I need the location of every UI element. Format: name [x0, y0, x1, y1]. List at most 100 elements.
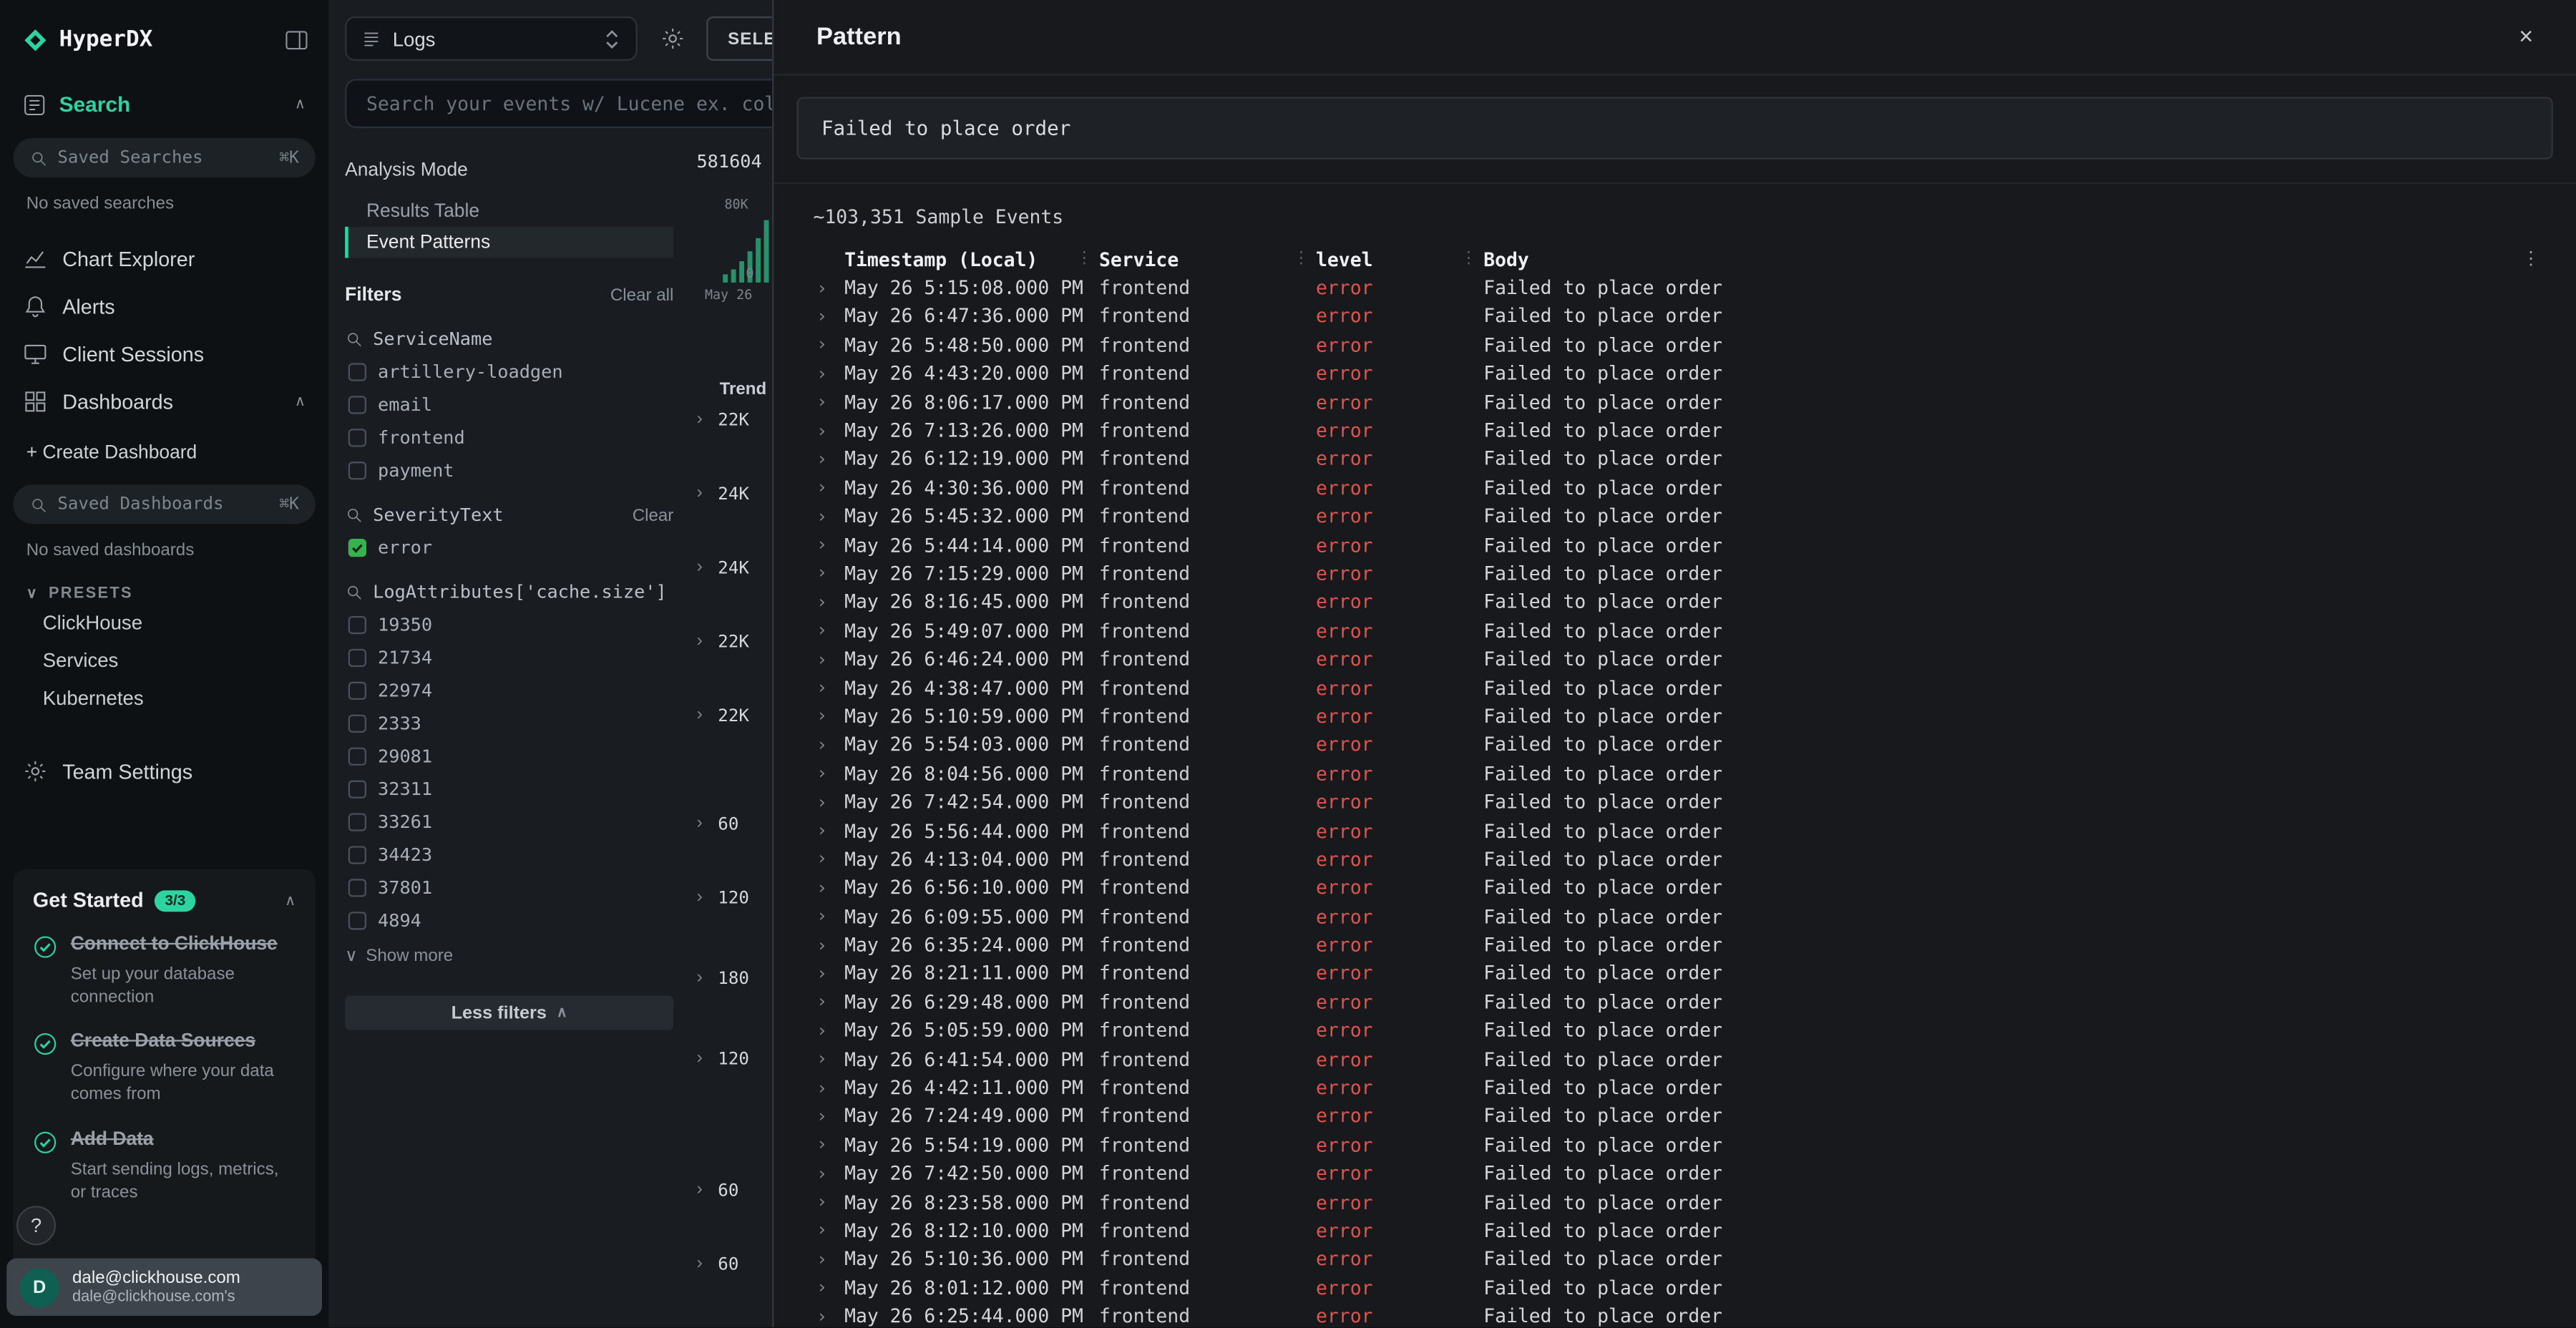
checkbox-unchecked[interactable]: [348, 616, 366, 634]
show-more-link[interactable]: ∨Show more: [345, 946, 673, 966]
row-expand-icon[interactable]: ›: [813, 334, 844, 356]
row-expand-icon[interactable]: ›: [813, 849, 844, 870]
row-expand-icon[interactable]: ›: [813, 620, 844, 641]
checkbox-unchecked[interactable]: [348, 363, 366, 381]
tab-results-table[interactable]: Results Table: [345, 195, 673, 227]
table-row[interactable]: ›May 26 8:21:11.000 PMfrontenderrorFaile…: [813, 959, 2552, 987]
table-row[interactable]: ›May 26 5:05:59.000 PMfrontenderrorFaile…: [813, 1016, 2552, 1045]
table-row[interactable]: ›May 26 6:47:36.000 PMfrontenderrorFaile…: [813, 302, 2552, 331]
sidebar-item-client-sessions[interactable]: Client Sessions: [0, 330, 328, 378]
row-expand-icon[interactable]: ›: [813, 420, 844, 441]
filter-checkbox-row[interactable]: 22974: [345, 680, 673, 702]
table-row[interactable]: ›May 26 5:48:50.000 PMfrontenderrorFaile…: [813, 331, 2552, 359]
table-row[interactable]: ›May 26 4:42:11.000 PMfrontenderrorFaile…: [813, 1073, 2552, 1102]
table-row[interactable]: ›May 26 6:29:48.000 PMfrontenderrorFaile…: [813, 987, 2552, 1016]
column-header-timestamp[interactable]: Timestamp (Local): [844, 248, 1099, 270]
filter-clear-link[interactable]: Clear: [633, 505, 674, 525]
search-settings-button[interactable]: [650, 17, 693, 60]
checkbox-checked[interactable]: [348, 539, 366, 557]
checkbox-unchecked[interactable]: [348, 649, 366, 667]
filter-checkbox-row[interactable]: artillery-loadgen: [345, 361, 673, 383]
filter-checkbox-row[interactable]: 37801: [345, 877, 673, 899]
table-row[interactable]: ›May 26 6:09:55.000 PMfrontenderrorFaile…: [813, 902, 2552, 930]
table-row[interactable]: ›May 26 4:30:36.000 PMfrontenderrorFaile…: [813, 474, 2552, 502]
row-expand-icon[interactable]: ›: [813, 934, 844, 955]
checkbox-unchecked[interactable]: [348, 813, 366, 831]
table-row[interactable]: ›May 26 5:56:44.000 PMfrontenderrorFaile…: [813, 816, 2552, 845]
row-expand-icon[interactable]: ›: [813, 363, 844, 384]
row-expand-icon[interactable]: ›: [813, 477, 844, 499]
column-header-service[interactable]: Service: [1099, 248, 1316, 270]
filter-checkbox-row[interactable]: 21734: [345, 648, 673, 669]
filter-checkbox-row[interactable]: error: [345, 537, 673, 559]
table-row[interactable]: ›May 26 8:12:10.000 PMfrontenderrorFaile…: [813, 1216, 2552, 1245]
row-expand-icon[interactable]: ›: [813, 1276, 844, 1298]
filter-checkbox-row[interactable]: 29081: [345, 746, 673, 767]
table-row[interactable]: ›May 26 6:12:19.000 PMfrontenderrorFaile…: [813, 445, 2552, 474]
checkbox-unchecked[interactable]: [348, 396, 366, 414]
row-expand-icon[interactable]: ›: [813, 1191, 844, 1213]
filter-checkbox-row[interactable]: 19350: [345, 615, 673, 636]
checkbox-unchecked[interactable]: [348, 429, 366, 446]
tab-event-patterns[interactable]: Event Patterns: [345, 227, 673, 258]
table-row[interactable]: ›May 26 7:15:29.000 PMfrontenderrorFaile…: [813, 559, 2552, 587]
filter-checkbox-row[interactable]: 4894: [345, 910, 673, 932]
checkbox-unchecked[interactable]: [348, 748, 366, 766]
row-expand-icon[interactable]: ›: [813, 1048, 844, 1070]
row-expand-icon[interactable]: ›: [813, 1077, 844, 1098]
table-row[interactable]: ›May 26 8:16:45.000 PMfrontenderrorFaile…: [813, 587, 2552, 616]
sidebar-item-dashboards[interactable]: Dashboards∧: [0, 378, 328, 426]
table-row[interactable]: ›May 26 7:13:26.000 PMfrontenderrorFaile…: [813, 416, 2552, 445]
help-button[interactable]: ?: [16, 1206, 56, 1245]
row-expand-icon[interactable]: ›: [813, 1020, 844, 1041]
table-row[interactable]: ›May 26 5:54:03.000 PMfrontenderrorFaile…: [813, 731, 2552, 759]
filter-checkbox-row[interactable]: 32311: [345, 778, 673, 800]
table-row[interactable]: ›May 26 5:15:08.000 PMfrontenderrorFaile…: [813, 273, 2552, 302]
row-expand-icon[interactable]: ›: [813, 905, 844, 927]
table-row[interactable]: ›May 26 6:46:24.000 PMfrontenderrorFaile…: [813, 645, 2552, 673]
checkbox-unchecked[interactable]: [348, 879, 366, 897]
table-row[interactable]: ›May 26 5:44:14.000 PMfrontenderrorFaile…: [813, 530, 2552, 559]
checkbox-unchecked[interactable]: [348, 462, 366, 479]
row-expand-icon[interactable]: ›: [813, 306, 844, 327]
checkbox-unchecked[interactable]: [348, 715, 366, 733]
row-expand-icon[interactable]: ›: [813, 734, 844, 756]
column-header-level[interactable]: level: [1316, 248, 1483, 270]
row-expand-icon[interactable]: ›: [813, 1305, 844, 1327]
row-expand-icon[interactable]: ›: [813, 449, 844, 470]
table-row[interactable]: ›May 26 8:23:58.000 PMfrontenderrorFaile…: [813, 1188, 2552, 1216]
sidebar-item-team-settings[interactable]: Team Settings: [23, 759, 328, 783]
get-started-item-title[interactable]: Create Data Sources: [71, 1030, 296, 1055]
row-expand-icon[interactable]: ›: [813, 962, 844, 984]
filter-checkbox-row[interactable]: 33261: [345, 811, 673, 833]
sidebar-item-chart-explorer[interactable]: Chart Explorer: [0, 235, 328, 283]
row-expand-icon[interactable]: ›: [813, 1249, 844, 1270]
table-row[interactable]: ›May 26 7:24:49.000 PMfrontenderrorFaile…: [813, 1102, 2552, 1131]
row-expand-icon[interactable]: ›: [813, 991, 844, 1012]
create-dashboard-button[interactable]: + Create Dashboard: [26, 444, 328, 464]
row-expand-icon[interactable]: ›: [813, 1105, 844, 1127]
sidebar-preset-clickhouse[interactable]: ClickHouse: [0, 603, 328, 641]
row-expand-icon[interactable]: ›: [813, 534, 844, 555]
checkbox-unchecked[interactable]: [348, 682, 366, 700]
table-row[interactable]: ›May 26 4:13:04.000 PMfrontenderrorFaile…: [813, 845, 2552, 874]
less-filters-button[interactable]: Less filters ∧: [345, 995, 673, 1030]
table-row[interactable]: ›May 26 4:43:20.000 PMfrontenderrorFaile…: [813, 359, 2552, 388]
filter-checkbox-row[interactable]: frontend: [345, 427, 673, 449]
sidebar-preset-kubernetes[interactable]: Kubernetes: [0, 678, 328, 716]
sidebar-section-search[interactable]: Search ∧: [0, 62, 328, 117]
user-menu[interactable]: D dale@clickhouse.com dale@clickhouse.co…: [6, 1259, 322, 1316]
table-row[interactable]: ›May 26 5:54:19.000 PMfrontenderrorFaile…: [813, 1131, 2552, 1159]
row-expand-icon[interactable]: ›: [813, 877, 844, 899]
table-row[interactable]: ›May 26 7:42:50.000 PMfrontenderrorFaile…: [813, 1159, 2552, 1188]
row-expand-icon[interactable]: ›: [813, 791, 844, 813]
filter-checkbox-row[interactable]: email: [345, 394, 673, 416]
row-expand-icon[interactable]: ›: [813, 1163, 844, 1184]
row-expand-icon[interactable]: ›: [813, 562, 844, 584]
column-header-body[interactable]: Body: [1483, 248, 2553, 270]
table-row[interactable]: ›May 26 7:42:54.000 PMfrontenderrorFaile…: [813, 788, 2552, 816]
clear-all-filters-link[interactable]: Clear all: [610, 285, 673, 306]
row-expand-icon[interactable]: ›: [813, 591, 844, 612]
table-row[interactable]: ›May 26 5:10:36.000 PMfrontenderrorFaile…: [813, 1245, 2552, 1274]
table-row[interactable]: ›May 26 5:45:32.000 PMfrontenderrorFaile…: [813, 502, 2552, 530]
